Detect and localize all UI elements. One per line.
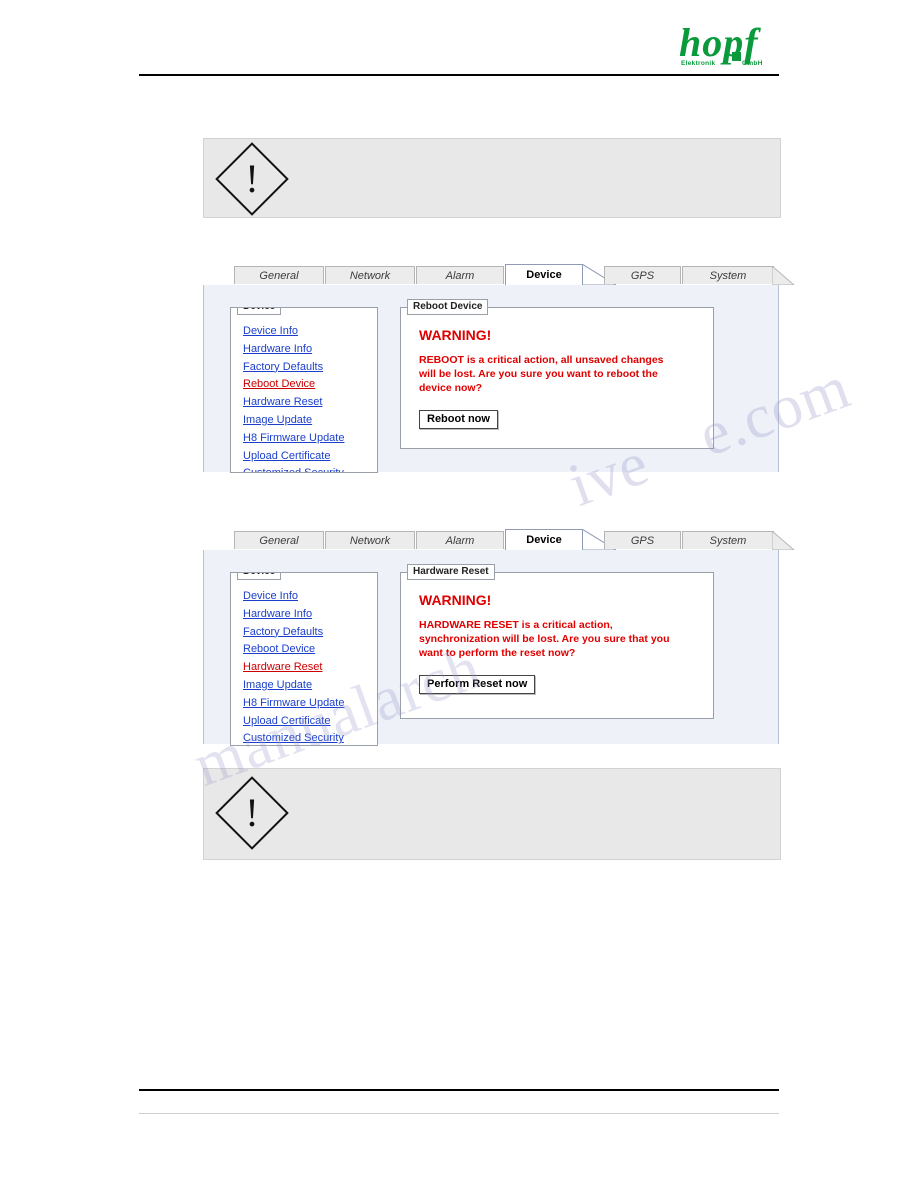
menu-item-factory-defaults[interactable]: Factory Defaults [243,361,377,373]
tabbar-reboot: General Network Alarm Device GPS System [203,264,795,286]
content-pane-reboot: Device Device Info Hardware Info Factory… [203,285,779,473]
tab-device[interactable]: Device [505,264,583,285]
menu-item-reboot-device-2[interactable]: Reboot Device [243,643,377,655]
reboot-now-button[interactable]: Reboot now [419,410,498,429]
menu-item-reboot-device[interactable]: Reboot Device [243,378,377,390]
logo-subtext-elektronik: Elektronik [681,60,716,67]
menu-item-hardware-info[interactable]: Hardware Info [243,343,377,355]
menu-item-h8-firmware-update-2[interactable]: H8 Firmware Update [243,697,377,709]
warning-exclamation-glyph: ! [245,156,259,201]
header-divider [139,74,779,76]
logo-wordmark: hopf [679,20,759,65]
tab-device-2[interactable]: Device [505,529,583,550]
menu-item-upload-certificate-2[interactable]: Upload Certificate [243,715,377,727]
note-box-bottom: ! [203,768,781,860]
footer-divider-secondary [139,1113,779,1114]
tab-general[interactable]: General [234,266,324,284]
hardware-reset-panel: Hardware Reset WARNING! HARDWARE RESET i… [400,564,714,719]
device-menu-panel-title: Device [237,308,282,315]
screenshot-reboot-device: General Network Alarm Device GPS System … [203,264,795,473]
warning-exclamation-glyph-bottom: ! [245,790,259,835]
menu-item-hardware-reset[interactable]: Hardware Reset [243,396,377,408]
reboot-device-panel: Reboot Device WARNING! REBOOT is a criti… [400,299,714,449]
logo-subtext-gmbh: GmbH [742,60,763,67]
footer-divider [139,1089,779,1091]
note-box-top: ! [203,138,781,218]
reboot-warning-text: REBOOT is a critical action, all unsaved… [419,354,664,394]
hopf-logo: hopf Elektronik GmbH [679,20,779,72]
tab-system-slant [772,266,806,287]
device-menu-panel-reboot: Device Device Info Hardware Info Factory… [230,307,378,473]
tab-system-slant-2 [772,531,806,552]
reboot-device-panel-title: Reboot Device [407,299,489,315]
tab-network[interactable]: Network [325,266,415,284]
menu-item-device-info-2[interactable]: Device Info [243,590,377,602]
tab-gps-2[interactable]: GPS [604,531,681,549]
tab-gps[interactable]: GPS [604,266,681,284]
menu-item-customized-security-2[interactable]: Customized Security [243,732,377,744]
tab-network-2[interactable]: Network [325,531,415,549]
logo-square-mark [732,52,741,61]
screenshot-hardware-reset: General Network Alarm Device GPS System … [203,529,795,746]
device-menu-panel-hwreset: Device Device Info Hardware Info Factory… [230,572,378,746]
tab-alarm-2[interactable]: Alarm [416,531,504,549]
hwreset-warning-text: HARDWARE RESET is a critical action, syn… [419,619,670,659]
content-pane-hardware-reset: Device Device Info Hardware Info Factory… [203,550,779,746]
tab-alarm[interactable]: Alarm [416,266,504,284]
tab-general-2[interactable]: General [234,531,324,549]
hwreset-warning-heading: WARNING! [419,592,492,608]
menu-item-upload-certificate[interactable]: Upload Certificate [243,450,377,462]
menu-item-hardware-reset-2[interactable]: Hardware Reset [243,661,377,673]
perform-reset-now-button[interactable]: Perform Reset now [419,675,536,694]
hardware-reset-panel-title: Hardware Reset [407,564,495,580]
reboot-warning-heading: WARNING! [419,327,492,343]
menu-item-hardware-info-2[interactable]: Hardware Info [243,608,377,620]
menu-item-image-update-2[interactable]: Image Update [243,679,377,691]
tab-system[interactable]: System [682,266,774,284]
device-menu-panel-title-2: Device [237,573,282,580]
tab-system-2[interactable]: System [682,531,774,549]
menu-item-device-info[interactable]: Device Info [243,325,377,337]
tabbar-hardware-reset: General Network Alarm Device GPS System [203,529,795,551]
menu-item-factory-defaults-2[interactable]: Factory Defaults [243,626,377,638]
menu-item-customized-security[interactable]: Customized Security [243,467,377,472]
menu-item-h8-firmware-update[interactable]: H8 Firmware Update [243,432,377,444]
menu-item-image-update[interactable]: Image Update [243,414,377,426]
